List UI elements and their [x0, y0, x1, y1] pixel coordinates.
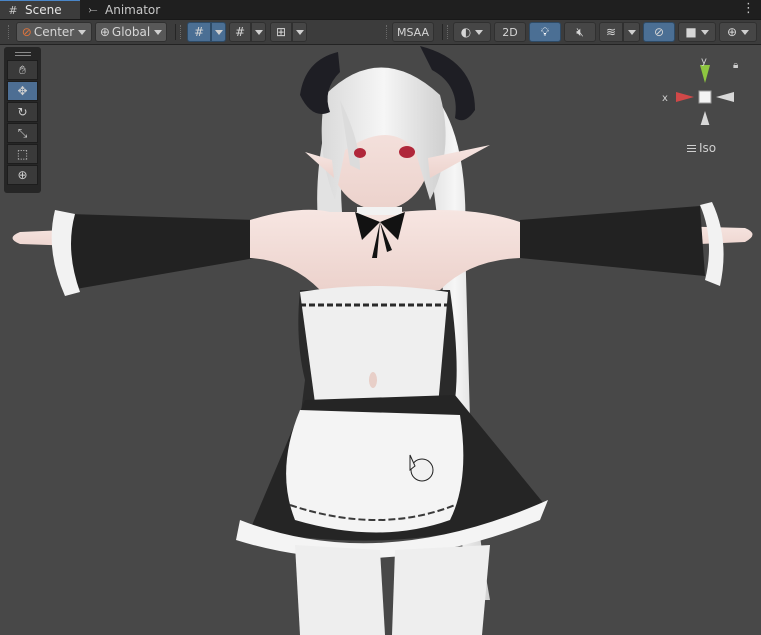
msaa-toggle[interactable]: MSAA	[392, 22, 434, 42]
transform-tool-button[interactable]: ⊕	[7, 165, 38, 185]
animator-icon: ⤚	[88, 2, 98, 16]
toolbar-grip[interactable]	[180, 25, 183, 39]
gizmos-dropdown[interactable]: ⊕	[719, 22, 757, 42]
tab-scene-label: Scene	[25, 3, 62, 17]
pivot-rotation-label: Global	[111, 25, 151, 39]
chevron-down-icon	[78, 29, 87, 35]
2d-label: 2D	[502, 25, 518, 39]
camera-dropdown[interactable]: ■	[678, 22, 716, 42]
shading-mode-dropdown[interactable]: ◐	[453, 22, 491, 42]
grid-snap-dropdown[interactable]	[211, 22, 226, 42]
chevron-down-icon	[214, 29, 223, 35]
globe-icon: ⊕	[99, 25, 110, 39]
layers-icon: ≋	[605, 25, 617, 39]
projection-toggle[interactable]: Iso	[687, 141, 716, 155]
effects-toggle[interactable]: ≋	[599, 22, 623, 42]
x-axis-cone[interactable]	[676, 92, 694, 102]
projection-label: Iso	[699, 141, 717, 155]
rotate-tool-button[interactable]: ↻	[7, 102, 38, 122]
eye-slash-icon: ⊘	[653, 25, 665, 39]
grid-visibility-toggle[interactable]: ⊞	[270, 22, 292, 42]
divider	[175, 24, 176, 40]
hand-icon: ✋︎	[19, 62, 26, 77]
scene-visibility-toggle[interactable]: ⊘	[643, 22, 675, 42]
grid-snap-icon: #	[193, 25, 205, 39]
scale-icon: ⤡	[17, 125, 28, 140]
pivot-mode-dropdown[interactable]: ⊘ Center	[16, 22, 92, 42]
increment-snap-toggle[interactable]: #	[229, 22, 251, 42]
hand-tool-button[interactable]: ✋︎	[7, 60, 38, 80]
rect-tool-button[interactable]: ⬚	[7, 144, 38, 164]
scene-toolbar: ⊘ Center ⊕ Global # # ⊞ MSAA ◐ 2D 💡︎ 🔇︎ …	[0, 20, 761, 45]
audio-toggle[interactable]: 🔇︎	[564, 22, 596, 42]
move-arrows-icon: ✥	[17, 84, 28, 98]
chevron-down-icon	[627, 29, 636, 35]
lighting-toggle[interactable]: 💡︎	[529, 22, 561, 42]
center-cube[interactable]	[698, 90, 712, 104]
camera-icon: ■	[685, 25, 697, 39]
shading-sphere-icon: ◐	[460, 25, 472, 39]
lock-icon[interactable]: 🔒︎	[733, 60, 738, 71]
chevron-down-icon	[254, 29, 263, 35]
divider	[442, 24, 443, 40]
chevron-down-icon	[741, 29, 750, 35]
window-tab-bar: # Scene ⤚ Animator ⋮	[0, 0, 761, 20]
2d-mode-toggle[interactable]: 2D	[494, 22, 526, 42]
scene-viewport[interactable]: x y 🔒︎ Iso	[0, 45, 761, 635]
msaa-label: MSAA	[396, 25, 430, 39]
increment-snap-dropdown[interactable]	[251, 22, 266, 42]
toolbar-grip[interactable]	[447, 25, 450, 39]
pivot-mode-label: Center	[33, 25, 75, 39]
more-options-icon[interactable]: ⋮	[742, 1, 755, 16]
gizmo-sphere-icon: ⊕	[726, 25, 738, 39]
scale-tool-button[interactable]: ⤡	[7, 123, 38, 143]
rect-transform-icon: ⬚	[16, 147, 29, 161]
toolbar-grip[interactable]	[8, 25, 11, 39]
menu-lines-icon	[687, 144, 696, 152]
increment-snap-icon: #	[234, 25, 246, 39]
grid-snap-toggle[interactable]: #	[187, 22, 211, 42]
neg-x-axis-cone[interactable]	[716, 92, 734, 102]
y-axis-cone[interactable]	[700, 65, 710, 83]
tab-scene[interactable]: # Scene	[0, 0, 80, 19]
move-tool-button[interactable]: ✥	[7, 81, 38, 101]
grid-visibility-dropdown[interactable]	[292, 22, 307, 42]
lightbulb-icon: 💡︎	[540, 24, 550, 39]
tool-palette: ✋︎ ✥ ↻ ⤡ ⬚ ⊕	[4, 47, 41, 193]
chevron-down-icon	[154, 29, 163, 35]
toolbar-grip[interactable]	[386, 25, 389, 39]
pivot-rotation-dropdown[interactable]: ⊕ Global	[95, 22, 167, 42]
y-axis-label: y	[701, 56, 707, 67]
rotate-icon: ↻	[17, 105, 28, 119]
grid-icon: #	[8, 3, 18, 17]
speaker-muted-icon: 🔇︎	[576, 24, 584, 39]
effects-dropdown[interactable]	[623, 22, 640, 42]
tab-animator[interactable]: ⤚ Animator	[80, 0, 170, 19]
grid-lines-icon: ⊞	[275, 25, 287, 39]
character-model[interactable]	[0, 45, 761, 635]
chevron-down-icon	[475, 29, 484, 35]
pivot-center-icon: ⊘	[21, 25, 32, 39]
palette-handle[interactable]	[7, 49, 38, 59]
tab-animator-label: Animator	[105, 2, 161, 17]
x-axis-label: x	[662, 93, 668, 104]
chevron-down-icon	[700, 29, 709, 35]
transform-icon: ⊕	[17, 168, 28, 182]
chevron-down-icon	[295, 29, 304, 35]
neg-y-axis-cone[interactable]	[700, 111, 710, 125]
